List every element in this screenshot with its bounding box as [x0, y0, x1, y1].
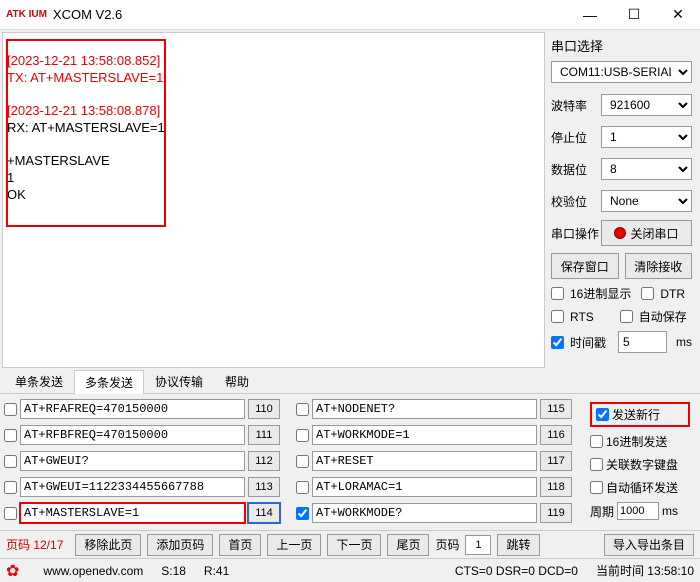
databit-select[interactable]: 8 [601, 158, 692, 180]
console-resp2: 1 [7, 170, 14, 185]
hex-display-checkbox[interactable] [551, 287, 564, 300]
status-bar: ✿ www.openedv.com S:18 R:41 CTS=0 DSR=0 … [0, 558, 700, 582]
serial-op-label: 串口操作 [551, 225, 601, 242]
baud-select[interactable]: 921600 [601, 94, 692, 116]
close-button[interactable]: ✕ [656, 0, 700, 30]
cmd-send-111[interactable]: 111 [248, 425, 280, 445]
last-page-button[interactable]: 尾页 [387, 534, 429, 556]
console-ts-tx: [2023-12-21 13:58:08.852] [7, 53, 160, 68]
numpad-checkbox[interactable] [590, 458, 603, 471]
add-page-button[interactable]: 添加页码 [147, 534, 213, 556]
gear-icon[interactable]: ✿ [6, 561, 19, 581]
tab-single-send[interactable]: 单条发送 [4, 369, 74, 393]
databit-label: 数据位 [551, 161, 601, 178]
hex-send-checkbox[interactable] [590, 435, 603, 448]
cmd-send-117[interactable]: 117 [540, 451, 572, 471]
console-ok: OK [7, 187, 26, 202]
cmd-cb-113[interactable] [4, 481, 17, 494]
tab-protocol[interactable]: 协议传输 [144, 369, 214, 393]
cmd-send-116[interactable]: 116 [540, 425, 572, 445]
page-info: 页码 12/17 [6, 536, 63, 553]
cycle-label: 周期 [590, 503, 614, 520]
tab-help[interactable]: 帮助 [214, 369, 260, 393]
console-ts-rx: [2023-12-21 13:58:08.878] [7, 103, 160, 118]
page-num-input[interactable] [465, 535, 491, 555]
cmd-input-113[interactable] [20, 477, 245, 497]
parity-label: 校验位 [551, 193, 601, 210]
status-sent: S:18 [161, 564, 186, 578]
cmd-column-left: 110 111 112 113 114 [4, 398, 294, 526]
serial-settings-panel: 串口选择 COM11:USB-SERIAL CH34 波特率921600 停止位… [547, 30, 700, 370]
console-rx-line: RX: AT+MASTERSLAVE=1 [7, 120, 165, 135]
cmd-input-112[interactable] [20, 451, 245, 471]
cmd-input-118[interactable] [312, 477, 537, 497]
cmd-send-112[interactable]: 112 [248, 451, 280, 471]
cmd-send-115[interactable]: 115 [540, 399, 572, 419]
jump-button[interactable]: 跳转 [497, 534, 539, 556]
dtr-checkbox[interactable] [641, 287, 654, 300]
remove-page-button[interactable]: 移除此页 [75, 534, 141, 556]
minimize-button[interactable]: — [568, 0, 612, 30]
cycle-input[interactable] [617, 502, 659, 520]
console-resp1: +MASTERSLAVE [7, 153, 110, 168]
import-export-button[interactable]: 导入导出条目 [604, 534, 694, 556]
autoloop-checkbox[interactable] [590, 481, 603, 494]
parity-select[interactable]: None [601, 190, 692, 212]
cmd-cb-111[interactable] [4, 429, 17, 442]
cmd-cb-119[interactable] [296, 507, 309, 520]
cmd-input-111[interactable] [20, 425, 245, 445]
status-recv: R:41 [204, 564, 229, 578]
cmd-input-110[interactable] [20, 399, 245, 419]
cmd-cb-118[interactable] [296, 481, 309, 494]
maximize-button[interactable]: ☐ [612, 0, 656, 30]
rts-checkbox[interactable] [551, 310, 564, 323]
cmd-input-117[interactable] [312, 451, 537, 471]
save-window-button[interactable]: 保存窗口 [551, 253, 619, 279]
cmd-cb-117[interactable] [296, 455, 309, 468]
cmd-cb-110[interactable] [4, 403, 17, 416]
console-tx-line: TX: AT+MASTERSLAVE=1 [7, 70, 163, 85]
stopbit-select[interactable]: 1 [601, 126, 692, 148]
record-dot-icon [614, 227, 626, 239]
clear-recv-button[interactable]: 清除接收 [625, 253, 693, 279]
status-time: 当前时间 13:58:10 [596, 562, 694, 579]
cmd-send-110[interactable]: 110 [248, 399, 280, 419]
send-options-panel: 发送新行 16进制发送 关联数字键盘 自动循环发送 周期ms [588, 398, 696, 526]
prev-page-button[interactable]: 上一页 [267, 534, 321, 556]
cmd-input-115[interactable] [312, 399, 537, 419]
page-num-label: 页码 [435, 536, 459, 553]
app-logo: ATK IUM [6, 10, 47, 19]
status-lines: CTS=0 DSR=0 DCD=0 [455, 564, 578, 578]
cmd-cb-114[interactable] [4, 507, 17, 520]
timestamp-interval-input[interactable] [618, 331, 667, 353]
timestamp-checkbox[interactable] [551, 336, 564, 349]
cmd-input-114[interactable] [20, 503, 245, 523]
autosave-checkbox[interactable] [620, 310, 633, 323]
serial-console: [2023-12-21 13:58:08.852] TX: AT+MASTERS… [2, 32, 545, 368]
cmd-cb-115[interactable] [296, 403, 309, 416]
titlebar: ATK IUM XCOM V2.6 — ☐ ✕ [0, 0, 700, 30]
stopbit-label: 停止位 [551, 129, 601, 146]
port-select[interactable]: COM11:USB-SERIAL CH34 [551, 61, 692, 83]
first-page-button[interactable]: 首页 [219, 534, 261, 556]
cmd-send-119[interactable]: 119 [540, 503, 572, 523]
cmd-cb-112[interactable] [4, 455, 17, 468]
window-title: XCOM V2.6 [53, 7, 122, 22]
tab-multi-send[interactable]: 多条发送 [74, 370, 144, 394]
page-nav-bar: 页码 12/17 移除此页 添加页码 首页 上一页 下一页 尾页 页码 跳转 导… [0, 530, 700, 558]
cmd-send-118[interactable]: 118 [540, 477, 572, 497]
cmd-input-119[interactable] [312, 503, 537, 523]
port-section-label: 串口选择 [551, 36, 692, 55]
send-tabs: 单条发送 多条发送 协议传输 帮助 [0, 370, 700, 394]
cmd-send-114[interactable]: 114 [248, 503, 280, 523]
baud-label: 波特率 [551, 97, 601, 114]
cmd-input-116[interactable] [312, 425, 537, 445]
cmd-column-right: 115 116 117 118 119 [296, 398, 586, 526]
send-newline-checkbox[interactable] [596, 408, 609, 421]
cmd-send-113[interactable]: 113 [248, 477, 280, 497]
status-url: www.openedv.com [43, 564, 143, 578]
close-port-button[interactable]: 关闭串口 [601, 220, 692, 246]
next-page-button[interactable]: 下一页 [327, 534, 381, 556]
cmd-cb-116[interactable] [296, 429, 309, 442]
